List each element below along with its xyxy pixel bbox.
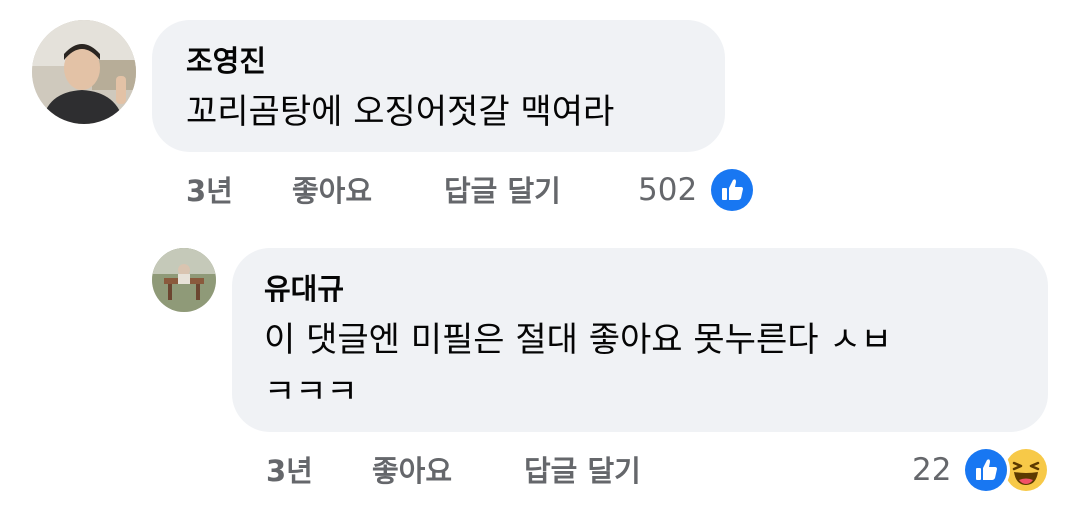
comment-thread: 조영진 꼬리곰탕에 오징어젓갈 맥여라 3년 좋아요 답글 달기 502 유대규…	[0, 0, 1080, 507]
comment-text: 꼬리곰탕에 오징어젓갈 맥여라	[186, 92, 615, 132]
reply-button[interactable]: 답글 달기	[524, 454, 641, 488]
comment-author[interactable]: 조영진	[186, 44, 266, 78]
comment-bubble: 유대규 이 댓글엔 미필은 절대 좋아요 못누른다 ㅅㅂ ㅋㅋㅋ	[232, 248, 1048, 432]
reply-button[interactable]: 답글 달기	[444, 174, 561, 208]
reaction-count[interactable]: 22	[912, 453, 951, 487]
comment-bubble: 조영진 꼬리곰탕에 오징어젓갈 맥여라	[152, 20, 725, 152]
comment-author[interactable]: 유대규	[264, 272, 344, 306]
comment-timestamp[interactable]: 3년	[186, 174, 233, 208]
avatar-photo-icon	[152, 248, 216, 312]
comment-text: ㅋㅋㅋ	[264, 372, 358, 412]
comment-timestamp[interactable]: 3년	[266, 454, 313, 488]
avatar[interactable]	[152, 248, 216, 312]
avatar-photo-icon	[32, 20, 136, 124]
like-icon[interactable]	[962, 446, 1010, 494]
reaction-count[interactable]: 502	[638, 173, 697, 207]
avatar[interactable]	[32, 20, 136, 124]
comment-text: 이 댓글엔 미필은 절대 좋아요 못누른다 ㅅㅂ	[264, 320, 892, 360]
like-button[interactable]: 좋아요	[292, 174, 372, 208]
like-button[interactable]: 좋아요	[372, 454, 452, 488]
like-icon[interactable]	[708, 166, 756, 214]
